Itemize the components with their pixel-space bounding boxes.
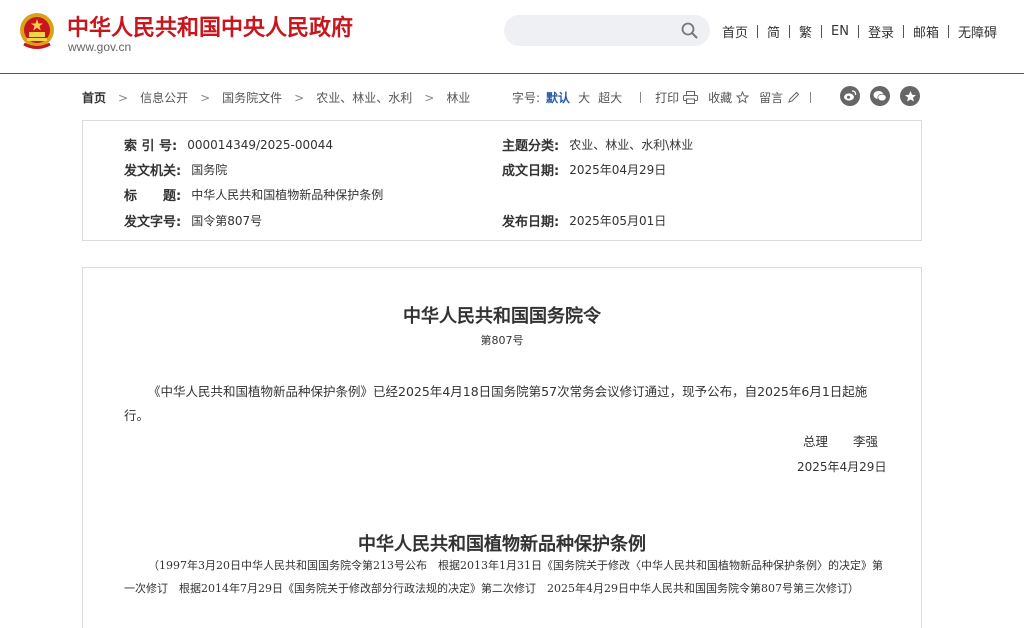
- meta-index: 索 引 号: 000014349/2025-00044: [124, 135, 334, 155]
- share-buttons: [840, 86, 930, 106]
- signatory-name: 李强: [853, 434, 879, 449]
- meta-value: 农业、林业、水利\林业: [569, 138, 694, 152]
- breadcrumb-item[interactable]: 国务院文件: [222, 89, 282, 106]
- search-icon[interactable]: [681, 22, 698, 39]
- font-size-large[interactable]: 大: [578, 89, 590, 106]
- nav-divider: [789, 25, 791, 38]
- breadcrumb-home[interactable]: 首页: [82, 89, 106, 106]
- font-size-default[interactable]: 默认: [546, 89, 570, 106]
- breadcrumb-item[interactable]: 林业: [446, 89, 470, 106]
- breadcrumb-separator: >: [424, 90, 435, 105]
- meta-key: 索 引 号:: [124, 139, 178, 154]
- font-size-label: 字号:: [512, 91, 541, 105]
- nav-traditional[interactable]: 繁: [799, 22, 812, 41]
- star-outline-icon: [736, 91, 750, 104]
- article-body: 中华人民共和国国务院令 第807号 《中华人民共和国植物新品种保护条例》已经20…: [82, 267, 922, 628]
- meta-key: 发文机关:: [124, 164, 182, 179]
- meta-published-date: 发布日期: 2025年05月01日: [502, 211, 666, 230]
- meta-doc-number: 发文字号: 国令第807号: [124, 211, 262, 230]
- nav-divider: [757, 25, 759, 38]
- breadcrumb-separator: >: [294, 90, 305, 105]
- nav-divider: [948, 25, 950, 38]
- meta-value: 中华人民共和国植物新品种保护条例: [191, 188, 384, 202]
- meta-written-date: 成文日期: 2025年04月29日: [502, 160, 666, 179]
- breadcrumb: 首页 > 信息公开 > 国务院文件 > 农业、林业、水利 > 林业: [82, 89, 470, 106]
- order-number: 第807号: [480, 334, 524, 347]
- signature-date: 2025年4月29日: [797, 460, 887, 474]
- meta-title: 标 题: 中华人民共和国植物新品种保护条例: [124, 185, 383, 204]
- wechat-icon[interactable]: [870, 86, 890, 106]
- top-nav: 首页 简 繁 EN 登录 邮箱 无障碍: [722, 22, 997, 41]
- breadcrumb-item[interactable]: 农业、林业、水利: [316, 89, 412, 106]
- national-emblem-icon[interactable]: [18, 11, 56, 51]
- comment-button[interactable]: 留言: [759, 89, 800, 106]
- print-label: 打印: [655, 91, 680, 105]
- meta-key: 发文字号:: [124, 215, 182, 230]
- comment-label: 留言: [759, 91, 784, 105]
- meta-value: 国务院: [191, 163, 228, 177]
- nav-simplified[interactable]: 简: [767, 22, 780, 41]
- site-title[interactable]: 中华人民共和国中央人民政府: [67, 10, 353, 42]
- breadcrumb-separator: >: [200, 90, 211, 105]
- star-icon[interactable]: [900, 86, 920, 106]
- order-title: 中华人民共和国国务院令: [403, 306, 601, 327]
- meta-value: 2025年05月01日: [569, 214, 667, 228]
- site-header: 中华人民共和国中央人民政府 www.gov.cn 首页 简 繁 EN 登录 邮箱…: [0, 0, 1024, 74]
- meta-value: 2025年04月29日: [569, 163, 667, 177]
- meta-issuer: 发文机关: 国务院: [124, 160, 227, 179]
- breadcrumb-item[interactable]: 信息公开: [140, 89, 188, 106]
- site-domain: www.gov.cn: [68, 40, 132, 54]
- search-input[interactable]: [504, 15, 710, 46]
- printer-icon: [683, 91, 699, 104]
- nav-english[interactable]: EN: [831, 24, 849, 39]
- nav-accessibility[interactable]: 无障碍: [958, 22, 997, 41]
- nav-login[interactable]: 登录: [868, 22, 894, 41]
- tools-divider: [640, 92, 642, 103]
- tools-divider: [810, 92, 812, 103]
- crumb-toolbar: 首页 > 信息公开 > 国务院文件 > 农业、林业、水利 > 林业 字号: 默认…: [82, 86, 922, 108]
- document-metadata: 索 引 号: 000014349/2025-00044 主题分类: 农业、林业、…: [82, 120, 922, 241]
- nav-home[interactable]: 首页: [722, 22, 748, 41]
- order-paragraph: 《中华人民共和国植物新品种保护条例》已经2025年4月18日国务院第57次常务会…: [124, 384, 868, 423]
- meta-key: 标 题:: [124, 189, 182, 204]
- signatory-role: 总理: [803, 434, 829, 449]
- nav-divider: [903, 25, 905, 38]
- meta-topic: 主题分类: 农业、林业、水利\林业: [502, 135, 693, 154]
- font-size-xlarge[interactable]: 超大: [598, 89, 622, 106]
- nav-divider: [821, 25, 823, 38]
- favorite-button[interactable]: 收藏: [708, 89, 750, 106]
- revision-history: （1997年3月20日中华人民共和国国务院令第213号公布 根据2013年1月3…: [124, 559, 883, 595]
- article-tools: 字号: 默认 大 超大 打印 收藏 留言: [512, 89, 825, 106]
- weibo-icon[interactable]: [840, 86, 860, 106]
- regulation-title: 中华人民共和国植物新品种保护条例: [358, 534, 646, 555]
- breadcrumb-separator: >: [118, 90, 129, 105]
- meta-key: 成文日期:: [502, 164, 560, 179]
- nav-mail[interactable]: 邮箱: [913, 22, 939, 41]
- meta-value: 000014349/2025-00044: [187, 137, 334, 152]
- meta-value: 国令第807号: [191, 214, 263, 228]
- meta-key: 主题分类:: [502, 139, 560, 154]
- meta-key: 发布日期:: [502, 215, 560, 230]
- nav-divider: [858, 25, 859, 38]
- print-button[interactable]: 打印: [655, 89, 699, 106]
- favorite-label: 收藏: [708, 91, 733, 105]
- pencil-icon: [788, 91, 800, 103]
